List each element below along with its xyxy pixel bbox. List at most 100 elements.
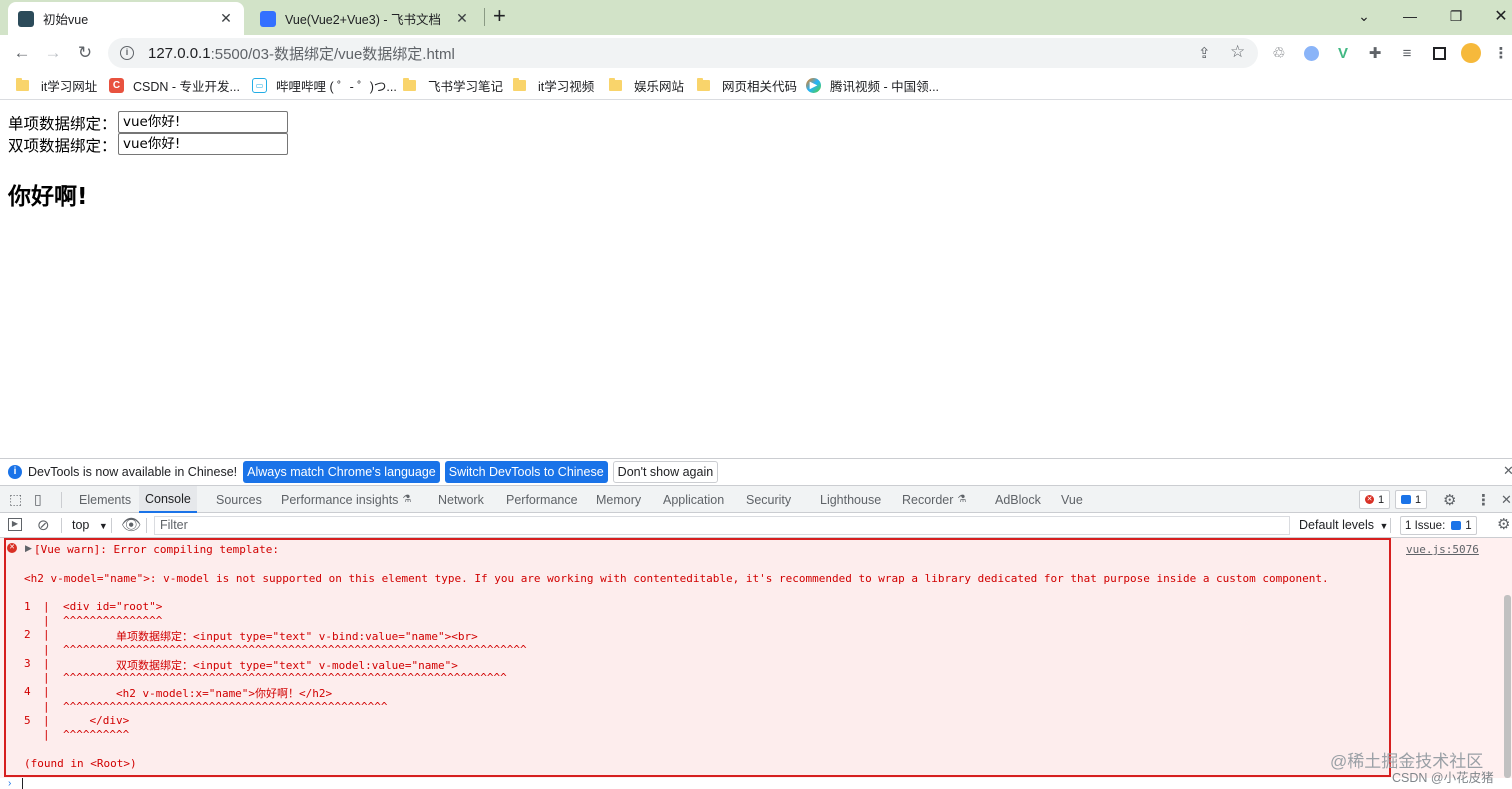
extension-circle-icon[interactable] <box>1300 42 1322 64</box>
profile-avatar[interactable] <box>1460 42 1482 64</box>
tab-vue[interactable]: Vue <box>1061 486 1083 513</box>
tab-security[interactable]: Security <box>746 486 791 513</box>
tab-recorder[interactable]: Recorder ⚗ <box>902 486 966 513</box>
reload-icon[interactable]: ↻ <box>71 39 99 67</box>
issues-button[interactable]: 1 Issue: 1 <box>1400 516 1477 535</box>
message-count-badge[interactable]: 1 <box>1395 490 1428 509</box>
minimize-icon[interactable]: — <box>1387 0 1433 32</box>
tab-initial-vue[interactable]: 初始vue ✕ <box>8 2 244 35</box>
vue-devtools-icon[interactable]: V <box>1332 42 1354 64</box>
close-devtools-icon[interactable]: ✕ <box>1501 486 1512 513</box>
bookmark-it-sites[interactable]: it学习网址 <box>16 76 97 94</box>
new-tab-plus-icon[interactable]: + <box>493 4 506 28</box>
bookmark-label: 腾讯视频 - 中国领... <box>830 79 940 94</box>
csdn-watermark: CSDN @小花皮猪 <box>1392 771 1494 785</box>
side-panel-icon[interactable] <box>1428 42 1450 64</box>
single-binding-label: 单项数据绑定： <box>8 116 117 133</box>
line-number: 5 <box>24 714 31 727</box>
bookmark-label: 飞书学习笔记 <box>428 79 504 94</box>
bookmark-csdn[interactable]: C CSDN - 专业开发... <box>109 76 240 94</box>
bookmark-bilibili[interactable]: ▭ 哔哩哔哩 ( ゜- ゜)つ... <box>252 76 397 94</box>
bookmark-star-icon[interactable]: ☆ <box>1230 42 1245 62</box>
devtools-menu-icon[interactable]: ⋮ <box>1476 486 1491 513</box>
tab-performance[interactable]: Performance <box>506 486 578 513</box>
browser-toolbar: ← → ↻ i 127.0.0.1:5500/03-数据绑定/vue数据绑定.h… <box>0 35 1512 71</box>
tab-application[interactable]: Application <box>663 486 724 513</box>
back-arrow-icon[interactable]: ← <box>8 39 36 67</box>
settings-gear-icon[interactable]: ⚙ <box>1443 486 1456 513</box>
divider <box>61 518 62 533</box>
extensions-puzzle-icon[interactable]: ✚ <box>1364 42 1386 64</box>
site-info-icon[interactable]: i <box>120 46 134 60</box>
console-settings-gear-icon[interactable]: ⚙ <box>1497 515 1510 533</box>
line-gutter: | <box>43 600 50 613</box>
tab-memory[interactable]: Memory <box>596 486 641 513</box>
sidebar-toggle-icon[interactable]: ▶ <box>8 518 22 531</box>
console-scrollbar[interactable] <box>1504 595 1511 778</box>
tab-adblock[interactable]: AdBlock <box>995 486 1041 513</box>
bookmark-tencent-video[interactable]: ▶ 腾讯视频 - 中国领... <box>806 76 939 94</box>
forward-arrow-icon[interactable]: → <box>39 39 67 67</box>
console-input-cursor[interactable] <box>22 778 23 789</box>
tab-sources[interactable]: Sources <box>216 486 262 513</box>
dropdown-arrow-icon: ▼ <box>98 521 108 531</box>
switch-to-chinese-button[interactable]: Switch DevTools to Chinese <box>444 460 608 483</box>
close-infobar-icon[interactable]: ✕ <box>1503 463 1512 479</box>
menu-kebab-icon[interactable]: ⋮ <box>1490 42 1512 64</box>
recycle-extension-icon[interactable]: ♲ <box>1268 42 1290 64</box>
tab-network[interactable]: Network <box>438 486 484 513</box>
code-line: <h2 v-model:x="name">你好啊！</h2> <box>63 687 333 700</box>
issues-label: 1 Issue: <box>1405 519 1446 532</box>
error-count-badge[interactable]: ✕ 1 <box>1359 490 1391 509</box>
message-icon <box>1401 495 1411 504</box>
tab-lighthouse[interactable]: Lighthouse <box>820 486 881 513</box>
clear-console-icon[interactable]: ⊘ <box>37 516 50 534</box>
code-line: </div> <box>63 714 130 727</box>
live-expression-eye-icon[interactable]: 👁 <box>121 515 141 535</box>
page-viewport: 单项数据绑定： vue你好! 双项数据绑定： vue你好! 你好啊! <box>0 101 1512 455</box>
context-selector[interactable]: top ▼ <box>72 518 108 532</box>
double-binding-input[interactable]: vue你好! <box>118 133 288 155</box>
single-binding-input[interactable]: vue你好! <box>118 111 288 133</box>
tab-console[interactable]: Console <box>139 486 197 513</box>
tab-feishu-doc[interactable]: Vue(Vue2+Vue3) - 飞书文档 ✕ <box>250 2 480 35</box>
reading-list-icon[interactable]: ≡ <box>1396 42 1418 64</box>
always-match-language-button[interactable]: Always match Chrome's language <box>243 460 440 483</box>
inspect-element-icon[interactable]: ⬚ <box>9 486 22 513</box>
console-filter-input[interactable]: Filter <box>154 516 1290 535</box>
close-tab-icon[interactable]: ✕ <box>218 10 234 27</box>
line-gutter: | <box>43 700 50 713</box>
dont-show-again-button[interactable]: Don't show again <box>612 460 719 483</box>
csdn-icon: C <box>109 77 124 93</box>
address-bar[interactable]: i 127.0.0.1:5500/03-数据绑定/vue数据绑定.html ⇪ … <box>108 38 1258 68</box>
divider <box>111 518 112 533</box>
tab-performance-insights[interactable]: Performance insights ⚗ <box>281 486 411 513</box>
bookmark-feishu-notes[interactable]: 飞书学习笔记 <box>403 76 503 94</box>
line-gutter: | <box>43 614 50 627</box>
tab-elements[interactable]: Elements <box>79 486 131 513</box>
divider <box>61 492 62 508</box>
bookmark-it-videos[interactable]: it学习视频 <box>513 76 594 94</box>
bookmark-entertainment[interactable]: 娱乐网站 <box>609 76 684 94</box>
code-line: <div id="root"> <box>63 600 163 613</box>
bilibili-icon: ▭ <box>252 77 267 93</box>
restore-icon[interactable]: ❐ <box>1433 0 1479 32</box>
line-gutter: | <box>43 685 50 698</box>
device-toolbar-icon[interactable]: ▯ <box>34 486 42 513</box>
expand-triangle-icon[interactable]: ▶ <box>25 543 32 554</box>
line-gutter: | <box>43 671 50 684</box>
bookmark-web-code[interactable]: 网页相关代码 <box>697 76 797 94</box>
close-tab-icon[interactable]: ✕ <box>454 10 470 27</box>
folder-icon <box>16 77 29 91</box>
divider <box>146 518 147 533</box>
close-window-icon[interactable]: ✕ <box>1478 0 1512 32</box>
log-levels-dropdown[interactable]: Default levels ▼ <box>1299 518 1388 532</box>
line-gutter: | <box>43 643 50 656</box>
issues-count: 1 <box>1465 519 1472 532</box>
tab-search-chevron-icon[interactable]: ⌄ <box>1341 0 1387 32</box>
line-gutter: | <box>43 728 50 741</box>
error-source-link[interactable]: vue.js:5076 <box>1406 543 1479 556</box>
folder-icon <box>609 77 622 91</box>
share-icon[interactable]: ⇪ <box>1198 44 1211 62</box>
levels-label: Default levels <box>1299 518 1375 532</box>
